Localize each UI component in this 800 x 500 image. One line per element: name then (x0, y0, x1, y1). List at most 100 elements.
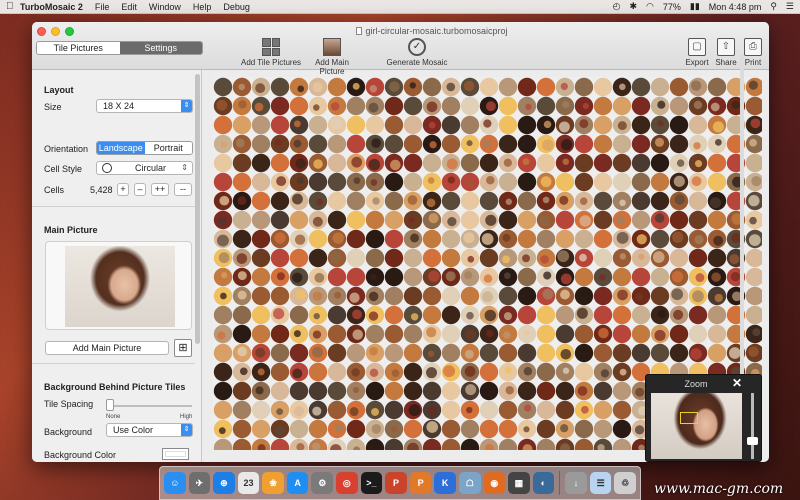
tab-tile-pictures[interactable]: Tile Pictures (37, 42, 120, 54)
mosaic-tile (213, 438, 233, 450)
battery-icon[interactable]: ▮▮ (690, 1, 700, 12)
mosaic-tile-detail (562, 367, 570, 374)
battery-percent[interactable]: 77% (663, 2, 681, 12)
orientation-portrait[interactable]: Portrait (144, 142, 192, 154)
mosaic-tile (270, 286, 290, 306)
print-button[interactable]: ⎙ Print (741, 38, 765, 67)
mosaic-tile (384, 210, 404, 230)
mosaic-tile-detail (410, 313, 419, 321)
dock-app-store-icon[interactable]: A (286, 472, 309, 494)
add-main-picture-button[interactable]: Add Main Picture (45, 341, 169, 355)
mosaic-tile (631, 134, 651, 154)
zoom-slider-track[interactable] (751, 393, 754, 459)
canvas-vertical-scrollbar[interactable] (740, 55, 744, 428)
share-button[interactable]: ⇧ Share (713, 38, 739, 67)
orientation-landscape[interactable]: Landscape (97, 142, 145, 154)
mosaic-tile-detail (216, 234, 229, 247)
mosaic-tile-detail (543, 120, 552, 129)
background-color-well[interactable] (162, 448, 189, 460)
minimize-window-button[interactable] (51, 27, 60, 36)
share-label: Share (715, 58, 737, 67)
close-window-button[interactable] (37, 27, 46, 36)
dock-documents-icon[interactable]: ☰ (589, 472, 612, 494)
clock[interactable]: Mon 4:48 pm (709, 2, 762, 12)
mosaic-tile (631, 210, 651, 230)
zoom-focus-rectangle[interactable] (680, 412, 698, 424)
mosaic-tile (631, 115, 651, 135)
dock-keynote-icon[interactable]: K (434, 472, 456, 494)
mosaic-tile (688, 210, 708, 230)
dock-photos-icon[interactable]: ❀ (262, 472, 284, 494)
dock-system-preferences-icon[interactable]: ⚙ (311, 472, 334, 494)
dock-firefox-icon[interactable]: ◉ (483, 472, 506, 494)
dock-preview-icon[interactable]: ☖ (458, 472, 481, 494)
dock-unknown-app-icon[interactable]: ◐ (532, 472, 555, 494)
mosaic-tile (384, 267, 404, 287)
zoom-preview[interactable] (651, 393, 742, 459)
tile-spacing-slider-track[interactable] (108, 405, 192, 407)
menu-help[interactable]: Help (193, 2, 212, 12)
dock-terminal-icon[interactable]: >_ (360, 472, 383, 494)
cells-increase-more-button[interactable]: ++ (151, 183, 169, 196)
background-popup[interactable]: Use Color ⇕ (106, 423, 193, 437)
export-button[interactable]: ▢ Export (684, 38, 710, 67)
mosaic-tile-detail (255, 347, 266, 358)
mosaic-tile (555, 305, 575, 325)
wifi-icon[interactable]: ◠ (646, 1, 654, 12)
bluetooth-icon[interactable]: ✱ (629, 1, 637, 12)
dock-launchpad-icon[interactable]: ✈ (188, 472, 211, 494)
cells-decrease-button[interactable]: – (134, 183, 146, 196)
mosaic-tile (707, 343, 727, 363)
mosaic-tile-detail (542, 139, 554, 151)
dock-safari-icon[interactable]: ⊕ (213, 472, 235, 494)
menu-app-name[interactable]: TurboMosaic 2 (20, 2, 83, 12)
mosaic-tile (308, 172, 328, 192)
dock-calendar-icon[interactable]: 23 (237, 472, 260, 494)
mosaic-tile (536, 305, 556, 325)
dock-downloads-icon[interactable]: ↓ (565, 472, 587, 494)
add-main-picture-toolbar-button[interactable]: Add Main Picture (302, 38, 362, 76)
dock-chrome-icon[interactable]: ◎ (336, 472, 358, 494)
mosaic-tile-detail (542, 196, 550, 204)
mosaic-tile (441, 400, 461, 420)
mosaic-tile-detail (617, 289, 628, 301)
dock-powerpoint-icon[interactable]: P (385, 472, 407, 494)
cells-increase-button[interactable]: + (117, 183, 129, 196)
cells-decrease-more-button[interactable]: -- (174, 183, 192, 196)
main-picture-well[interactable] (45, 241, 192, 330)
tile-spacing-slider-knob[interactable] (106, 399, 114, 411)
size-popup[interactable]: 18 X 24 ⇕ (96, 99, 193, 113)
mosaic-tile (441, 438, 461, 450)
mosaic-tile-detail (313, 104, 320, 111)
mosaic-tile (384, 172, 404, 192)
apple-logo-icon[interactable]:  (6, 1, 20, 12)
tab-settings[interactable]: Settings (119, 42, 202, 54)
crop-icon[interactable]: ⊞ (174, 339, 192, 357)
menu-file[interactable]: File (95, 2, 110, 12)
dock-finder-icon[interactable]: ☺ (164, 472, 186, 494)
time-machine-icon[interactable]: ◴ (613, 1, 621, 12)
generate-mosaic-button[interactable]: ✓ Generate Mosaic (384, 38, 450, 67)
notification-center-icon[interactable]: ☰ (786, 1, 794, 12)
menu-window[interactable]: Window (149, 2, 181, 12)
add-tile-pictures-button[interactable]: Add Tile Pictures (240, 38, 302, 67)
dock-turbomosaic-icon[interactable]: ▦ (508, 472, 530, 494)
mosaic-tile-detail (408, 404, 421, 417)
mosaic-tile (688, 191, 708, 211)
zoom-close-icon[interactable]: ✕ (732, 376, 742, 390)
menu-edit[interactable]: Edit (121, 2, 137, 12)
zoom-slider-knob[interactable] (747, 437, 758, 445)
dock-trash-icon[interactable]: ♲ (614, 472, 636, 494)
mosaic-tile-detail (674, 194, 685, 205)
mosaic-tile (384, 248, 404, 268)
menu-debug[interactable]: Debug (223, 2, 250, 12)
mosaic-tile (612, 305, 632, 325)
spotlight-icon[interactable]: ⚲ (770, 1, 777, 12)
cell-style-popup[interactable]: Circular ⇕ (96, 161, 193, 175)
mosaic-tile-detail (218, 252, 230, 264)
mosaic-tile (232, 229, 252, 249)
dock-pages-icon[interactable]: P (409, 472, 432, 494)
sidebar-scrollbar[interactable] (195, 74, 200, 344)
zoom-window-button[interactable] (65, 27, 74, 36)
mosaic-tile (232, 438, 252, 450)
